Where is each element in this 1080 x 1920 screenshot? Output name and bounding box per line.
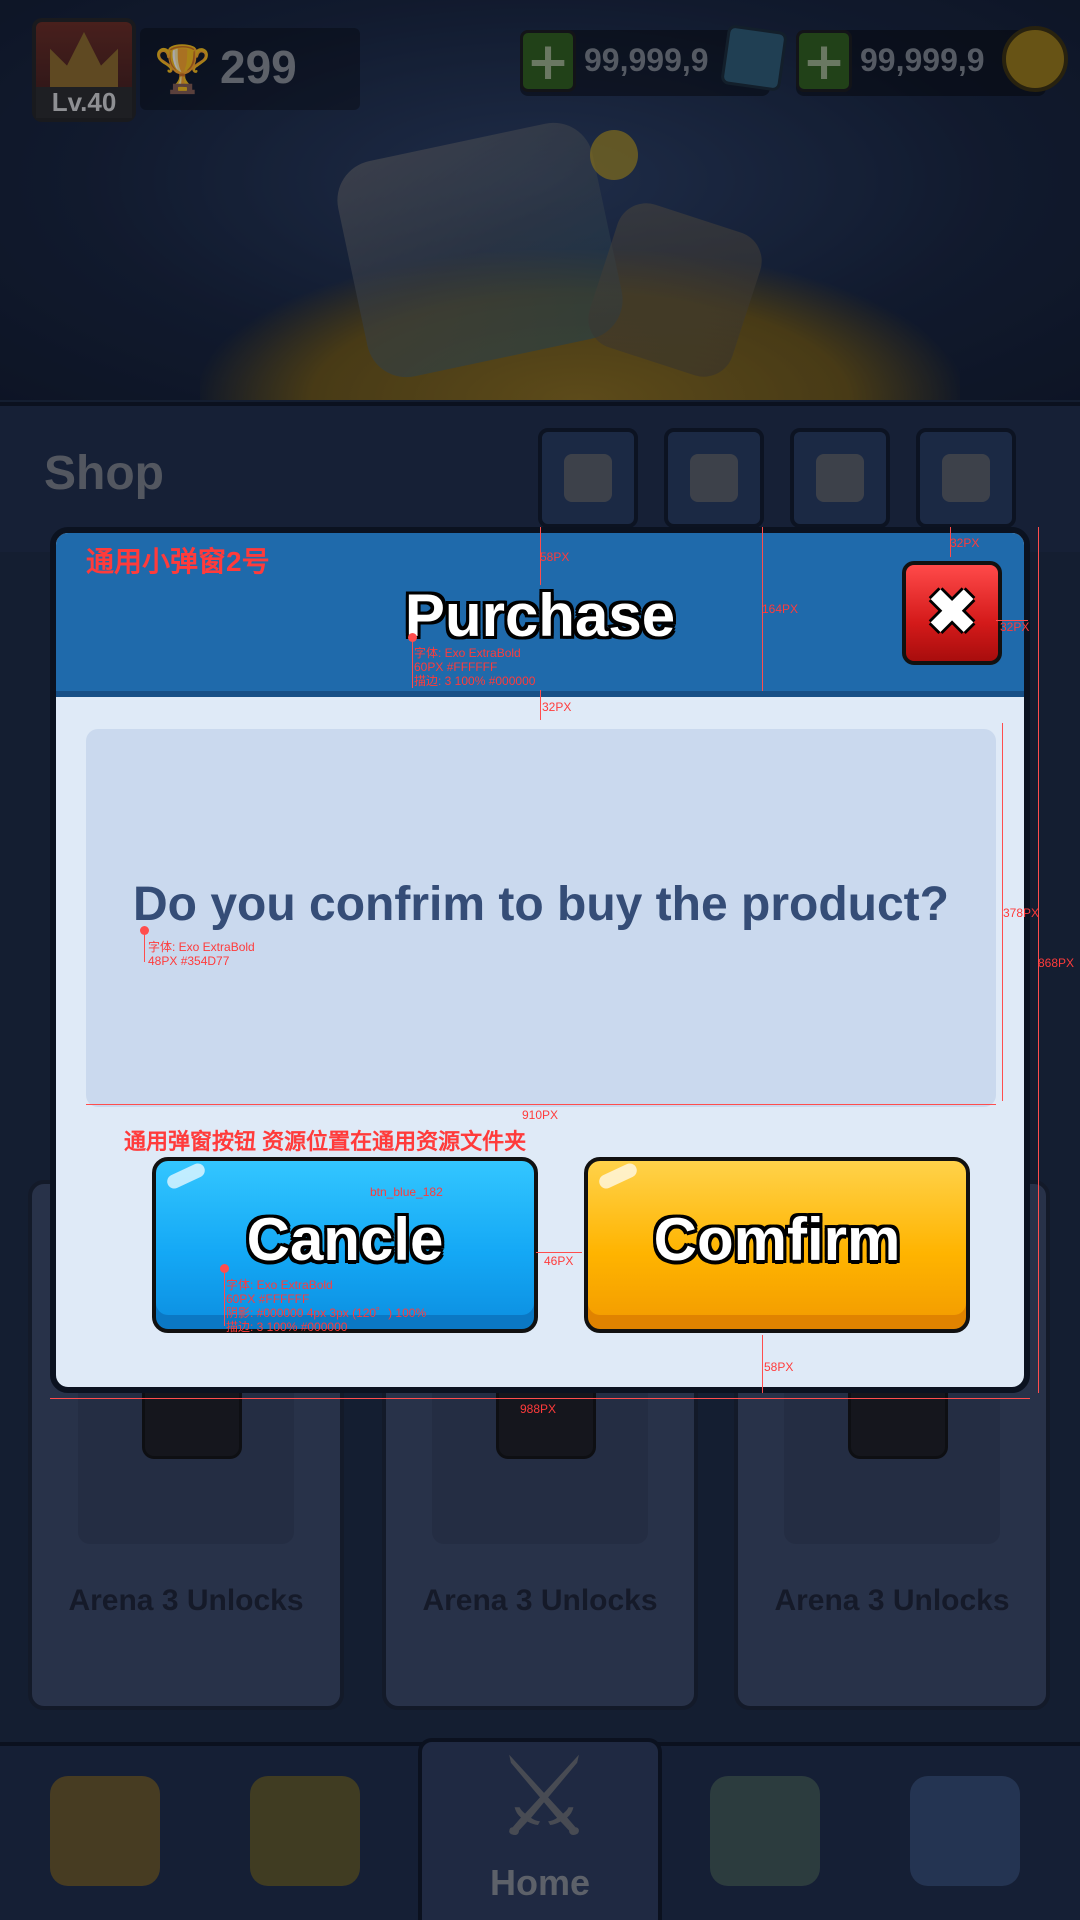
dim-header-height: 164PX: [762, 602, 799, 616]
button-asset-name: btn_blue_182: [370, 1185, 443, 1199]
dimension-line: [50, 1398, 1030, 1399]
popup-title: Purchase: [404, 582, 676, 649]
dim-close-top: 32PX: [950, 536, 980, 550]
close-button[interactable]: ✖: [902, 561, 1002, 665]
dim-header-top: 58PX: [540, 550, 570, 564]
annotation-line: [224, 1270, 225, 1326]
button-shine: [596, 1161, 640, 1191]
dim-popup-height: 868PX: [1038, 956, 1075, 970]
title-font-spec: 字体: Exo ExtraBold 60PX #FFFFFF 描边: 3 100…: [414, 646, 536, 688]
close-icon: ✖: [925, 576, 979, 650]
button-note-annotation: 通用弹窗按钮 资源位置在通用资源文件夹: [124, 1129, 527, 1154]
dimension-line: [540, 690, 541, 720]
dim-close-right: 32PX: [1000, 620, 1030, 634]
annotation-line: [412, 640, 413, 688]
dimension-line: [536, 1252, 582, 1253]
cancel-label: Cancle: [246, 1206, 444, 1273]
confirm-label: Comfirm: [653, 1206, 901, 1273]
confirm-button[interactable]: Comfirm: [584, 1157, 970, 1333]
button-shine: [164, 1161, 208, 1191]
dim-bottom-margin: 58PX: [764, 1360, 794, 1374]
dim-panel-width: 910PX: [522, 1108, 559, 1122]
dim-panel-gap: 32PX: [542, 700, 572, 714]
message-panel: Do you confrim to buy the product?: [86, 729, 996, 1107]
message-font-spec: 字体: Exo ExtraBold 48PX #354D77: [148, 940, 255, 968]
dim-panel-height: 378PX: [1003, 906, 1040, 920]
dim-button-gap: 46PX: [544, 1254, 574, 1268]
annotation-line: [144, 932, 145, 962]
popup-name-annotation: 通用小弹窗2号: [86, 546, 270, 577]
dimension-line: [86, 1104, 996, 1105]
button-font-spec: 字体: Exo ExtraBold 60PX #FFFFFF 阴影: #0000…: [226, 1278, 427, 1334]
confirm-message: Do you confrim to buy the product?: [133, 878, 949, 931]
dim-popup-width: 988PX: [520, 1402, 557, 1416]
dimension-line: [762, 1335, 763, 1393]
